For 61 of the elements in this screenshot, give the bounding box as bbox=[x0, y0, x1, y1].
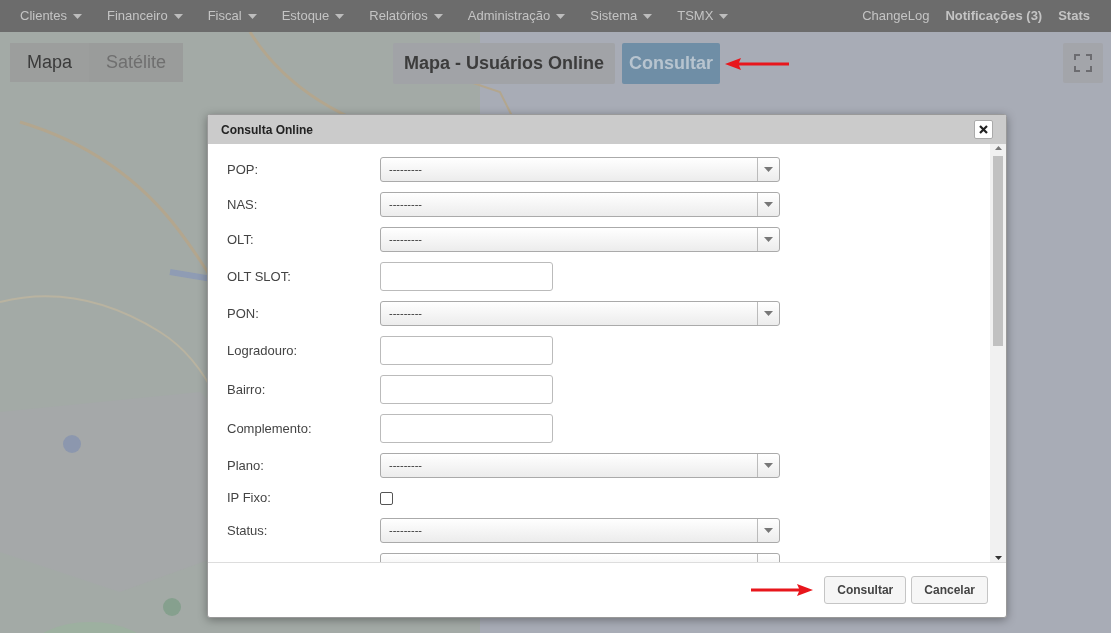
caret-icon bbox=[719, 13, 729, 19]
checkbox[interactable] bbox=[380, 491, 393, 505]
select-field[interactable]: --------- bbox=[380, 227, 780, 252]
close-icon bbox=[979, 125, 988, 134]
select-field[interactable]: --------- bbox=[380, 157, 780, 182]
fullscreen-button[interactable] bbox=[1063, 43, 1103, 83]
field-label: OLT SLOT: bbox=[227, 267, 292, 286]
caret-icon bbox=[764, 167, 773, 172]
caret-icon bbox=[335, 13, 345, 19]
nav-menu[interactable]: Relatórios bbox=[369, 6, 443, 26]
map-title-button[interactable]: Mapa - Usuários Online bbox=[393, 43, 616, 84]
consult-button[interactable]: Consultar bbox=[622, 43, 720, 84]
input-field[interactable] bbox=[380, 262, 553, 291]
field-label: Bairro: bbox=[227, 380, 267, 399]
nav-menu[interactable]: Financeiro bbox=[106, 6, 183, 26]
select-field[interactable]: --------- bbox=[380, 301, 780, 326]
field-label: NAS: bbox=[227, 195, 259, 214]
input-field[interactable] bbox=[380, 336, 553, 365]
nav-menu[interactable]: Sistema bbox=[590, 6, 653, 26]
annotation-arrow bbox=[751, 584, 814, 596]
scroll-down-icon bbox=[994, 556, 1002, 560]
nav-link[interactable]: ChangeLog bbox=[862, 6, 930, 26]
caret-icon bbox=[764, 528, 773, 533]
select-field[interactable]: --------- bbox=[380, 518, 780, 543]
caret-icon bbox=[764, 311, 773, 316]
caret-icon bbox=[764, 202, 773, 207]
caret-icon bbox=[433, 13, 443, 19]
nav-menu[interactable]: Administração bbox=[467, 6, 566, 26]
field-label: Logradouro: bbox=[227, 341, 299, 360]
modal-title: Consulta Online bbox=[221, 121, 313, 139]
input-field[interactable] bbox=[380, 414, 553, 443]
caret-icon bbox=[556, 13, 566, 19]
caret-icon bbox=[247, 13, 257, 19]
field-label: Status: bbox=[227, 521, 269, 540]
nav-menu[interactable]: Estoque bbox=[281, 6, 345, 26]
annotation-arrow bbox=[725, 57, 789, 70]
caret-icon bbox=[72, 13, 82, 19]
nav-menu[interactable]: Fiscal bbox=[207, 6, 257, 26]
select-field[interactable]: --------- bbox=[380, 192, 780, 217]
fullscreen-icon bbox=[1074, 54, 1092, 72]
field-label: PON: bbox=[227, 304, 260, 323]
field-label: Complemento: bbox=[227, 419, 313, 438]
nav-menu[interactable]: TSMX bbox=[677, 6, 729, 26]
caret-icon bbox=[764, 463, 773, 468]
nav-menu[interactable]: Clientes bbox=[20, 6, 82, 26]
field-label: Plano: bbox=[227, 456, 265, 475]
dialog-button[interactable]: Cancelar bbox=[911, 576, 988, 604]
nav-link[interactable]: Notificações (3) bbox=[945, 6, 1043, 26]
select-field[interactable]: --------- bbox=[380, 453, 780, 478]
caret-icon bbox=[643, 13, 653, 19]
field-label: IP Fixo: bbox=[227, 489, 272, 508]
dialog-button[interactable]: Consultar bbox=[824, 576, 907, 604]
field-label: OLT: bbox=[227, 230, 255, 249]
close-button[interactable] bbox=[974, 120, 993, 139]
scrollbar[interactable] bbox=[990, 144, 1006, 562]
nav-link[interactable]: Stats bbox=[1058, 6, 1090, 26]
scroll-up-icon bbox=[994, 146, 1002, 150]
input-field[interactable] bbox=[380, 375, 553, 404]
caret-icon bbox=[764, 237, 773, 242]
caret-icon bbox=[173, 13, 183, 19]
field-label: POP: bbox=[227, 160, 260, 179]
